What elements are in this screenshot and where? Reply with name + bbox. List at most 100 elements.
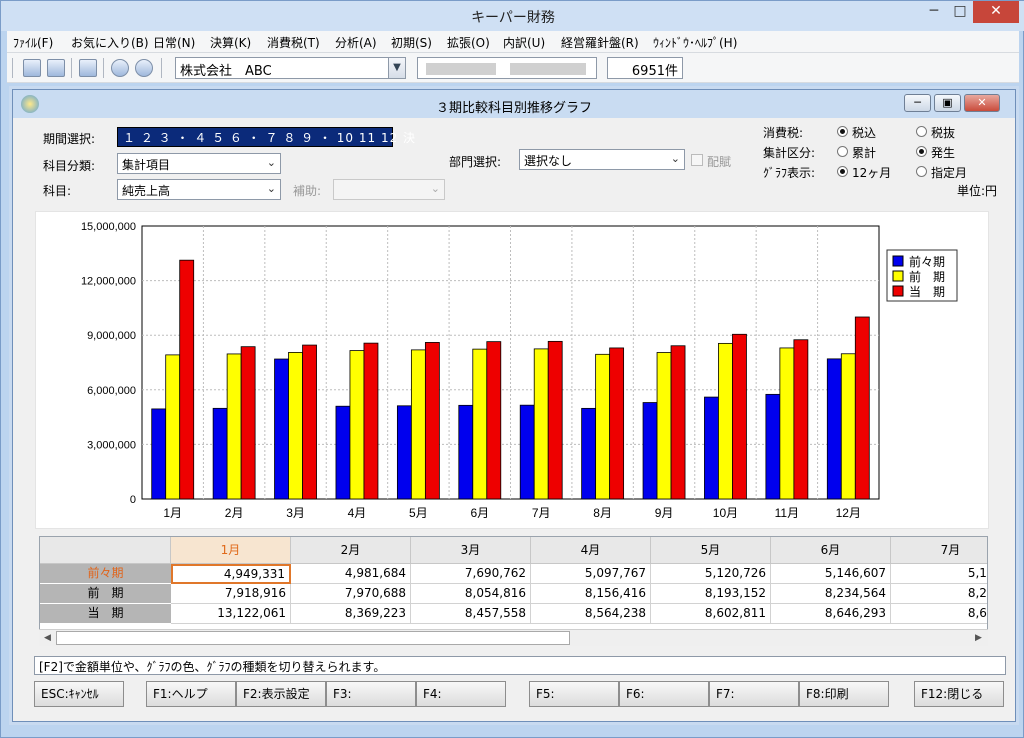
cumulative-radio[interactable] (837, 146, 848, 157)
x-tick-label: 1月 (163, 506, 182, 520)
table-cell[interactable]: 8,564,238 (531, 604, 651, 624)
table-cell[interactable]: 8,054,816 (411, 584, 531, 604)
minimize-button[interactable]: ─ (921, 1, 947, 23)
graph-window: ３期比較科目別推移グラフ ─ ▣ ✕ 期間選択: １ ２ ３ ・ ４ ５ ６ ・… (12, 89, 1016, 722)
child-minimize-button[interactable]: ─ (904, 94, 931, 112)
esc-cancel-button[interactable]: ESC:ｷｬﾝｾﾙ (34, 681, 124, 707)
table-cell[interactable]: 8,369,223 (291, 604, 411, 624)
zoom-out-icon[interactable] (135, 59, 153, 77)
x-tick-label: 9月 (655, 506, 674, 520)
x-tick-label: 8月 (593, 506, 612, 520)
menu-daily[interactable]: 日常(N) (153, 34, 195, 51)
f2-display-settings-button[interactable]: F2:表示設定 (236, 681, 326, 707)
table-cell[interactable]: 7,690,762 (411, 564, 531, 584)
category-select-value: 集計項目 (122, 158, 171, 172)
table-cell[interactable]: 8,156,416 (531, 584, 651, 604)
table-cell[interactable]: 7,970,688 (291, 584, 411, 604)
menu-compass[interactable]: 経営羅針盤(R) (561, 34, 639, 51)
table-cell[interactable]: 5,146,607 (771, 564, 891, 584)
tax-included-radio[interactable] (837, 126, 848, 137)
bar (609, 347, 625, 500)
table-corner (40, 537, 171, 564)
bar (151, 408, 167, 500)
menu-file[interactable]: ﾌｧｲﾙ(F) (13, 34, 53, 51)
table-cell[interactable]: 4,949,331 (171, 564, 291, 584)
table-cell[interactable]: 8,193,152 (651, 584, 771, 604)
x-tick-label: 3月 (286, 506, 305, 520)
company-select[interactable]: 株式会社 ABC (175, 57, 389, 79)
child-close-button[interactable]: ✕ (964, 94, 1000, 112)
legend-label: 当 期 (909, 285, 945, 299)
f1-help-button[interactable]: F1:ヘルプ (146, 681, 236, 707)
bar (519, 404, 535, 500)
graph-display-label: ｸﾞﾗﾌ表示: (763, 166, 816, 180)
table-cell[interactable]: 5,155, (891, 564, 987, 584)
table-cell[interactable]: 4,981,684 (291, 564, 411, 584)
chevron-down-icon: ⌄ (266, 182, 276, 195)
f7-button[interactable]: F7: (709, 681, 799, 707)
aggregation-label: 集計区分: (763, 146, 816, 160)
table-cell[interactable]: 8,661, (891, 604, 987, 624)
menu-favorites[interactable]: お気に入り(B) (71, 34, 149, 51)
table-cell[interactable]: 5,120,726 (651, 564, 771, 584)
refresh-icon[interactable] (47, 59, 65, 77)
menu-analysis[interactable]: 分析(A) (335, 34, 377, 51)
zoom-in-icon[interactable] (111, 59, 129, 77)
table-cell[interactable]: 8,248, (891, 584, 987, 604)
horizontal-scrollbar[interactable]: ◀ ▶ (39, 629, 988, 646)
specified-month-radio[interactable] (916, 166, 927, 177)
table-cell[interactable]: 8,602,811 (651, 604, 771, 624)
f12-close-button[interactable]: F12:閉じる (914, 681, 1004, 707)
table-cell[interactable]: 8,234,564 (771, 584, 891, 604)
table-cell[interactable]: 5,097,767 (531, 564, 651, 584)
menu-window-help[interactable]: ｳｨﾝﾄﾞｳ･ﾍﾙﾌﾟ(H) (653, 34, 737, 51)
f5-button[interactable]: F5: (529, 681, 619, 707)
occurrence-radio[interactable] (916, 146, 927, 157)
account-select[interactable]: 純売上高 ⌄ (117, 179, 281, 200)
scroll-right-icon[interactable]: ▶ (970, 630, 987, 646)
table-cell[interactable]: 7,918,916 (171, 584, 291, 604)
chevron-down-icon: ⌄ (266, 156, 276, 169)
y-tick-label: 12,000,000 (81, 276, 136, 288)
twelve-months-radio[interactable] (837, 166, 848, 177)
menu-extension[interactable]: 拡張(O) (447, 34, 490, 51)
bar (840, 353, 856, 500)
table-cell[interactable]: 8,646,293 (771, 604, 891, 624)
tax-excluded-radio[interactable] (916, 126, 927, 137)
table-cell[interactable]: 8,457,558 (411, 604, 531, 624)
f3-button[interactable]: F3: (326, 681, 416, 707)
menu-consumption-tax[interactable]: 消費税(T) (267, 34, 320, 51)
x-tick-label: 2月 (225, 506, 244, 520)
f6-button[interactable]: F6: (619, 681, 709, 707)
allocation-label: 配賦 (707, 155, 732, 169)
app-title: キーパー財務 (471, 10, 555, 26)
close-button[interactable]: ✕ (973, 1, 1019, 23)
f8-print-button[interactable]: F8:印刷 (799, 681, 889, 707)
monitor-icon[interactable] (23, 59, 41, 77)
legend-label: 前 期 (909, 269, 945, 284)
maximize-button[interactable]: □ (947, 1, 973, 23)
child-restore-button[interactable]: ▣ (934, 94, 961, 112)
twelve-months-label: 12ヶ月 (852, 166, 892, 180)
status-message: [F2]で金額単位や、ｸﾞﾗﾌの色、ｸﾞﾗﾌの種類を切り替えられます。 (34, 656, 1006, 675)
department-select[interactable]: 選択なし ⌄ (519, 149, 685, 170)
period-selector[interactable]: １ ２ ３ ・ ４ ５ ６ ・ ７ ８ ９ ・ 10 11 12 決 (117, 127, 415, 147)
menu-closing[interactable]: 決算(K) (210, 34, 251, 51)
y-tick-label: 6,000,000 (87, 385, 136, 397)
menu-breakdown[interactable]: 内訳(U) (503, 34, 545, 51)
table-cell[interactable]: 13,122,061 (171, 604, 291, 624)
x-tick-label: 12月 (836, 506, 861, 520)
record-count: 6951件 (607, 57, 683, 79)
window-icon[interactable] (79, 59, 97, 77)
scroll-left-icon[interactable]: ◀ (39, 630, 56, 646)
menu-initial[interactable]: 初期(S) (391, 34, 432, 51)
legend-swatch (892, 255, 904, 267)
bar (302, 344, 317, 500)
f4-button[interactable]: F4: (416, 681, 506, 707)
bar (533, 348, 549, 500)
chevron-down-icon[interactable]: ▼ (388, 57, 406, 79)
category-select[interactable]: 集計項目 ⌄ (117, 153, 281, 174)
bar (363, 342, 379, 500)
scroll-thumb[interactable] (56, 631, 570, 645)
x-tick-label: 11月 (775, 506, 799, 520)
